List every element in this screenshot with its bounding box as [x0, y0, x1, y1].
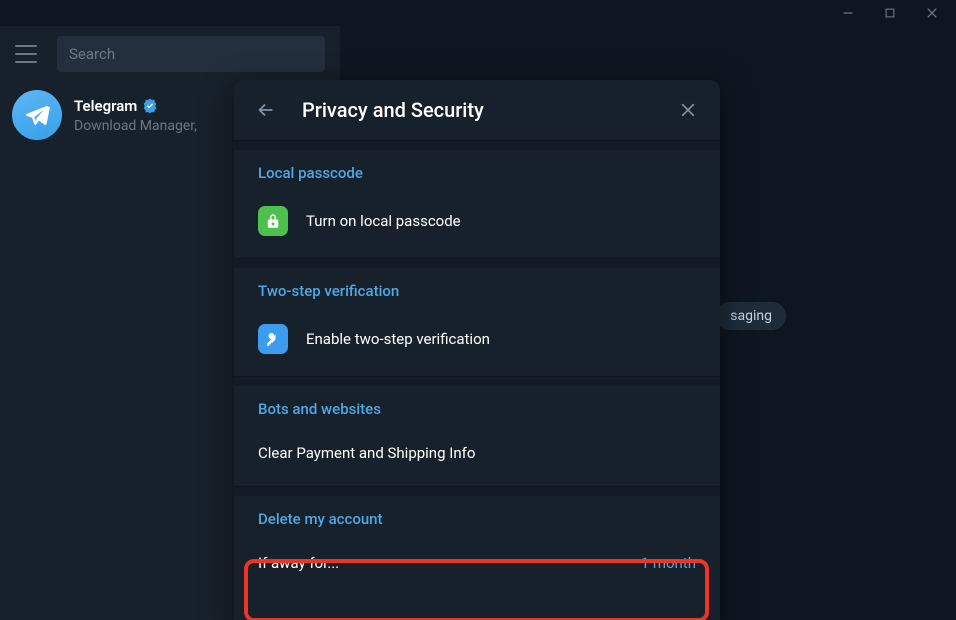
item-label: Enable two-step verification — [306, 330, 696, 348]
maximize-button[interactable] — [884, 7, 896, 19]
section-header: Delete my account — [258, 510, 696, 528]
if-away-for-item[interactable]: If away for... 1 month — [258, 544, 696, 582]
close-button[interactable] — [676, 98, 700, 122]
minimize-button[interactable] — [842, 7, 854, 19]
modal-header: Privacy and Security — [234, 80, 720, 140]
item-label: Turn on local passcode — [306, 212, 696, 230]
turn-on-local-passcode-item[interactable]: Turn on local passcode — [258, 198, 696, 244]
hamburger-menu-icon[interactable] — [15, 45, 37, 63]
section-header: Bots and websites — [258, 400, 696, 418]
item-value: 1 month — [641, 554, 696, 572]
section-delete-account: Delete my account If away for... 1 month — [234, 496, 720, 596]
item-label: If away for... — [258, 554, 623, 572]
search-box[interactable] — [57, 36, 325, 72]
background-pill: saging — [716, 302, 786, 330]
verified-icon — [142, 98, 158, 114]
clear-payment-info-item[interactable]: Clear Payment and Shipping Info — [258, 434, 696, 472]
section-two-step: Two-step verification Enable two-step ve… — [234, 268, 720, 376]
section-bots: Bots and websites Clear Payment and Ship… — [234, 386, 720, 486]
telegram-avatar — [12, 90, 62, 140]
enable-two-step-item[interactable]: Enable two-step verification — [258, 316, 696, 362]
back-button[interactable] — [254, 98, 278, 122]
settings-modal: Privacy and Security Local passcode Turn… — [234, 80, 720, 620]
section-header: Two-step verification — [258, 282, 696, 300]
key-icon — [258, 324, 288, 354]
modal-title: Privacy and Security — [302, 98, 652, 122]
item-label: Clear Payment and Shipping Info — [258, 444, 696, 462]
section-local-passcode: Local passcode Turn on local passcode — [234, 150, 720, 258]
window-titlebar — [0, 0, 956, 26]
lock-icon — [258, 206, 288, 236]
window-close-button[interactable] — [926, 7, 938, 19]
section-header: Local passcode — [258, 164, 696, 182]
search-input[interactable] — [69, 45, 313, 63]
